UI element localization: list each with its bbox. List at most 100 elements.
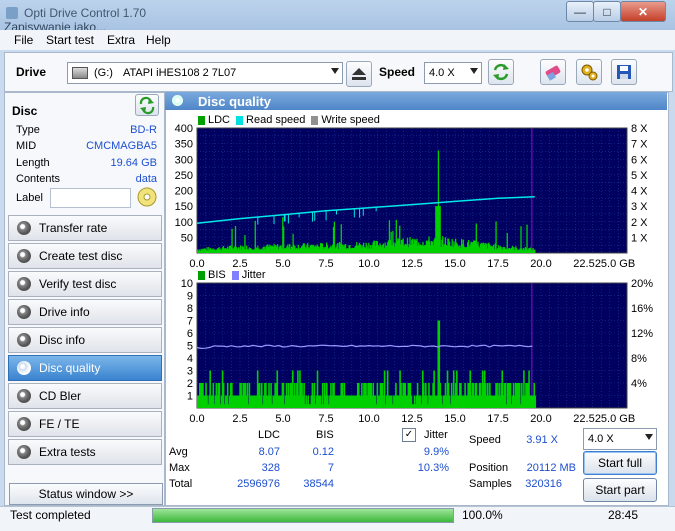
chart2-legend: BIS Jitter [198, 269, 266, 281]
refresh-button[interactable] [488, 59, 514, 85]
drive-name: ATAPI iHES108 2 7L07 [122, 67, 237, 79]
panel-header: Disc quality [165, 92, 667, 110]
nav-cd-bler[interactable]: CD Bler [8, 383, 162, 409]
disc-type-value: BD-R [130, 124, 157, 136]
save-button[interactable] [611, 59, 637, 85]
stats-total-label: Total [169, 478, 193, 490]
disc-mid-value: CMCMAGBA5 [86, 140, 157, 152]
nav-label: CD Bler [39, 389, 82, 403]
disc-icon [17, 361, 31, 375]
legend-ldc: LDC [208, 114, 231, 126]
nav-label: Drive info [39, 305, 90, 319]
window-title: Opti Drive Control 1.70 [24, 6, 147, 20]
speed-select[interactable]: 4.0 X [424, 62, 482, 84]
progress-bar [152, 508, 454, 523]
stats-ldc-header: LDC [258, 429, 281, 441]
elapsed-time: 28:45 [608, 508, 639, 522]
nav-drive-info[interactable]: Drive info [8, 299, 162, 325]
maximize-button[interactable]: □ [593, 1, 621, 22]
speed-value: 4.0 X [429, 67, 455, 79]
nav-create-test-disc[interactable]: Create test disc [8, 243, 162, 269]
nav-disc-quality[interactable]: Disc quality [8, 355, 162, 381]
legend-read-speed: Read speed [246, 114, 306, 126]
disc-icon [17, 221, 31, 235]
minimize-button[interactable]: — [566, 1, 594, 22]
stats-bis-header: BIS [316, 429, 334, 441]
test-speed-select[interactable]: 4.0 X [583, 428, 657, 450]
bis-swatch [198, 270, 205, 280]
speed-stat-label: Speed [469, 434, 501, 446]
jitter-swatch [231, 270, 239, 280]
stats-max-jitter: 10.3% [417, 462, 449, 474]
stats-avg-ldc: 8.07 [258, 446, 280, 458]
disc-header: Disc [12, 104, 38, 118]
position-value: 20112 MB [526, 462, 576, 474]
maximize-icon: □ [603, 4, 611, 19]
start-part-button[interactable]: Start part [583, 478, 657, 502]
menu-start-test[interactable]: Start test [46, 33, 94, 47]
nav-transfer-rate[interactable]: Transfer rate [8, 215, 162, 241]
drive-select[interactable]: (G:) ATAPI iHES108 2 7L07 [67, 62, 343, 84]
nav-label: Verify test disc [39, 277, 117, 291]
disc-type-label: Type [16, 124, 40, 136]
write-speed-swatch [311, 115, 319, 125]
check-icon: ✓ [404, 429, 414, 440]
stats-avg-jitter: 9.9% [423, 446, 449, 458]
refresh-icon [139, 96, 155, 115]
jitter-checkbox[interactable]: ✓ [402, 428, 416, 442]
disc-label-label: Label [16, 192, 43, 204]
samples-value: 320316 [525, 478, 562, 490]
stats-total-ldc: 2596976 [237, 478, 280, 490]
disc-mid-label: MID [16, 140, 37, 152]
menu-help[interactable]: Help [146, 33, 171, 47]
gear-icon [581, 64, 598, 81]
disc-icon [17, 333, 31, 347]
disc-length-label: Length [16, 157, 50, 169]
chevron-down-icon [645, 434, 653, 440]
settings-button[interactable] [576, 59, 602, 85]
nav-label: FE / TE [39, 417, 80, 431]
menu-file[interactable]: File [14, 33, 33, 47]
drive-label: Drive [16, 65, 47, 79]
disc-label-button[interactable] [136, 186, 158, 208]
ldc-swatch [198, 115, 205, 125]
menu-extra[interactable]: Extra [107, 33, 135, 47]
nav-disc-info[interactable]: Disc info [8, 327, 162, 353]
eraser-icon [545, 65, 561, 81]
panel-title: Disc quality [198, 94, 271, 109]
stats-max-bis: 7 [327, 462, 334, 474]
read-speed-swatch [236, 115, 244, 125]
drive-letter: (G:) [94, 67, 113, 79]
stats-total-bis: 38544 [303, 478, 334, 490]
legend-jitter: Jitter [241, 269, 266, 281]
disc-icon [17, 445, 31, 459]
disc-label-field[interactable] [50, 188, 131, 208]
erase-button[interactable] [540, 59, 566, 85]
status-text: Test completed [10, 508, 91, 522]
start-full-button[interactable]: Start full [583, 451, 657, 475]
disc-icon [17, 389, 31, 403]
nav-verify-test-disc[interactable]: Verify test disc [8, 271, 162, 297]
stats-max-label: Max [169, 462, 190, 474]
close-button[interactable]: ✕ [620, 1, 666, 22]
disc-length-value: 19.64 GB [110, 157, 157, 169]
eject-button[interactable] [346, 61, 372, 87]
chart1-legend: LDC Read speed Write speed [198, 114, 380, 126]
nav-label: Disc quality [39, 361, 101, 375]
nav-label: Transfer rate [39, 221, 108, 235]
menu-bar: File Start test Extra Help [0, 30, 675, 50]
refresh-icon [493, 63, 509, 81]
speed-label: Speed [379, 65, 416, 79]
speed-stat-value: 3.91 X [526, 434, 558, 446]
status-window-button[interactable]: Status window >> [9, 483, 163, 505]
progress-fill [153, 509, 453, 522]
stats-avg-bis: 0.12 [312, 446, 334, 458]
nav-extra-tests[interactable]: Extra tests [8, 439, 162, 465]
legend-write-speed: Write speed [321, 114, 380, 126]
chevron-down-icon [331, 68, 339, 74]
stats-max-ldc: 328 [261, 462, 280, 474]
chevron-down-icon [470, 68, 478, 74]
nav-label: Disc info [39, 333, 86, 347]
nav-fe-te[interactable]: FE / TE [8, 411, 162, 437]
disc-refresh-button[interactable] [135, 94, 159, 116]
